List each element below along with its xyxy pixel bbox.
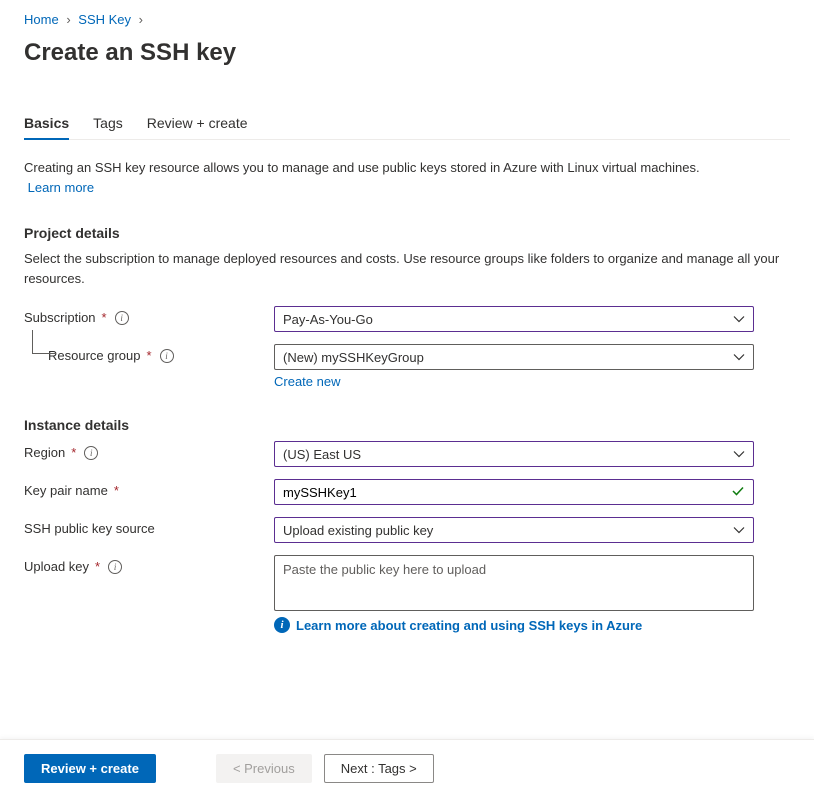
resource-group-label: Resource group* i bbox=[48, 344, 274, 363]
chevron-down-icon bbox=[733, 313, 745, 325]
learn-more-link[interactable]: Learn more bbox=[28, 180, 94, 195]
instance-details-heading: Instance details bbox=[24, 417, 790, 433]
info-icon[interactable]: i bbox=[84, 446, 98, 460]
next-button[interactable]: Next : Tags > bbox=[324, 754, 434, 783]
breadcrumb-sshkey[interactable]: SSH Key bbox=[78, 12, 131, 27]
indent-connector bbox=[32, 330, 56, 354]
chevron-down-icon bbox=[733, 448, 745, 460]
checkmark-icon bbox=[731, 484, 745, 501]
info-icon[interactable]: i bbox=[108, 560, 122, 574]
subscription-select[interactable]: Pay-As-You-Go bbox=[274, 306, 754, 332]
keypair-name-label: Key pair name* bbox=[24, 479, 274, 498]
info-icon[interactable]: i bbox=[115, 311, 129, 325]
create-new-link[interactable]: Create new bbox=[274, 374, 340, 389]
breadcrumb-sep: › bbox=[139, 12, 143, 27]
info-icon[interactable]: i bbox=[160, 349, 174, 363]
tab-tags[interactable]: Tags bbox=[93, 109, 123, 139]
breadcrumb: Home › SSH Key › bbox=[24, 12, 790, 33]
learn-more-ssh-link[interactable]: Learn more about creating and using SSH … bbox=[296, 618, 642, 633]
breadcrumb-sep: › bbox=[66, 12, 70, 27]
breadcrumb-home[interactable]: Home bbox=[24, 12, 59, 27]
page-title: Create an SSH key bbox=[24, 33, 790, 109]
ssh-source-label: SSH public key source bbox=[24, 517, 274, 536]
region-label: Region* i bbox=[24, 441, 274, 460]
tab-review[interactable]: Review + create bbox=[147, 109, 248, 139]
intro-text: Creating an SSH key resource allows you … bbox=[24, 158, 790, 197]
previous-button: < Previous bbox=[216, 754, 312, 783]
keypair-name-input[interactable] bbox=[283, 485, 727, 500]
ssh-source-select[interactable]: Upload existing public key bbox=[274, 517, 754, 543]
upload-key-textarea-wrapper bbox=[274, 555, 754, 611]
info-icon: i bbox=[274, 617, 290, 633]
project-details-desc: Select the subscription to manage deploy… bbox=[24, 249, 790, 288]
review-create-button[interactable]: Review + create bbox=[24, 754, 156, 783]
tab-basics[interactable]: Basics bbox=[24, 109, 69, 139]
upload-key-textarea[interactable] bbox=[283, 562, 745, 604]
keypair-name-input-wrapper bbox=[274, 479, 754, 505]
wizard-footer: Review + create < Previous Next : Tags > bbox=[0, 739, 814, 797]
chevron-down-icon bbox=[733, 524, 745, 536]
resource-group-select[interactable]: (New) mySSHKeyGroup bbox=[274, 344, 754, 370]
region-select[interactable]: (US) East US bbox=[274, 441, 754, 467]
subscription-label: Subscription* i bbox=[24, 306, 274, 325]
chevron-down-icon bbox=[733, 351, 745, 363]
upload-key-label: Upload key* i bbox=[24, 555, 274, 574]
project-details-heading: Project details bbox=[24, 225, 790, 241]
tabs: Basics Tags Review + create bbox=[24, 109, 790, 140]
